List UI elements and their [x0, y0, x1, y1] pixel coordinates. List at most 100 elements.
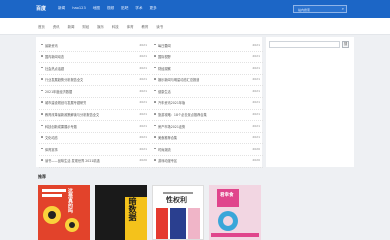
list-item-date: 2021	[139, 42, 147, 47]
top-nav-item[interactable]: 新闻	[58, 6, 65, 11]
list-item-title[interactable]: 城市建设规划与发展专题研究	[45, 100, 86, 105]
header-search-input[interactable]: 站内搜索 ⌕	[293, 5, 347, 13]
list-item-title[interactable]: 2021年度经济数据	[45, 89, 72, 94]
bullet-icon	[41, 43, 43, 45]
list-item[interactable]: 每日要闻 2021	[152, 40, 263, 52]
book-cover-art	[153, 186, 203, 239]
bullet-icon	[154, 147, 156, 150]
sub-nav-item[interactable]: 教育	[141, 24, 148, 29]
sidebar-search-input[interactable]	[269, 41, 340, 48]
top-nav: 新闻 hao123 地图 视频 贴吧 学术 更多	[58, 6, 157, 11]
list-item[interactable]: 体育赛事 2021	[39, 144, 150, 156]
list-item-date: 2021	[252, 123, 260, 128]
sidebar-search-button[interactable]: 搜	[342, 41, 349, 48]
list-item-title[interactable]: 社会热点话题	[45, 66, 64, 71]
site-logo[interactable]: 百度	[36, 5, 46, 12]
list-item[interactable]: 美食推荐合集 2021	[152, 133, 263, 145]
list-item[interactable]: 旅游攻略：18个必去景点推荐合集 2021	[152, 110, 263, 122]
bullet-icon	[41, 159, 43, 161]
list-item-date: 2021	[139, 65, 147, 70]
top-nav-item[interactable]: hao123	[72, 6, 86, 11]
list-item[interactable]: 房产市场2021走势 2021	[152, 121, 263, 133]
list-item-title[interactable]: 行业发展趋势分析报告全文	[45, 77, 83, 82]
list-item-date: 2021	[139, 112, 147, 117]
list-item-title[interactable]: 汽车资讯2021年版	[158, 100, 185, 105]
sub-nav-item[interactable]: 资讯	[53, 24, 60, 29]
list-item-title[interactable]: 游戏动漫专区	[158, 158, 177, 163]
list-item-title[interactable]: 美食推荐合集	[158, 135, 177, 140]
list-item[interactable]: 国际视野 2021	[152, 52, 263, 64]
list-item[interactable]: 汽车资讯2021年版 2021	[152, 98, 263, 110]
list-item[interactable]: 健康生活 2021	[152, 86, 263, 98]
list-item-date: 2021	[252, 100, 260, 105]
list-item-title[interactable]: 房产市场2021走势	[158, 124, 185, 129]
bullet-icon	[41, 55, 43, 57]
list-item-title[interactable]: 读书——品味生活 发现世界 2021精选	[45, 158, 100, 163]
list-item-date: 2020	[252, 158, 260, 163]
search-icon[interactable]: ⌕	[342, 7, 344, 11]
list-item-date: 2021	[139, 135, 147, 140]
list-item-title[interactable]: 教育改革最新政策解读与分析报告全文	[45, 112, 99, 117]
list-item[interactable]: 行业发展趋势分析报告全文 2021	[39, 75, 150, 87]
top-nav-item[interactable]: 视频	[107, 6, 114, 11]
list-item-date: 2021	[252, 88, 260, 93]
list-item[interactable]: 科技创新成果展示专题 2021	[39, 121, 150, 133]
book-cover[interactable]: 性权利	[152, 185, 204, 240]
article-list-panel: 最新资讯 2021 国内新闻动态 2021 社会热点话题 2021 行业发展趋势分析报…	[36, 37, 263, 168]
book-cover-art	[38, 185, 90, 240]
list-item-date: 2021	[139, 77, 147, 82]
top-bar: 百度 新闻 hao123 地图 视频 贴吧 学术 更多 站内搜索 ⌕	[0, 0, 390, 18]
list-item[interactable]: 最新资讯 2021	[39, 40, 150, 52]
top-nav-item[interactable]: 贴吧	[121, 6, 128, 11]
list-item-title[interactable]: 文化动态	[45, 135, 58, 140]
bullet-icon	[41, 101, 43, 103]
list-item[interactable]: 教育改革最新政策解读与分析报告全文 2021	[39, 110, 150, 122]
list-item[interactable]: 国内新闻动态 2021	[39, 52, 150, 64]
list-item-title[interactable]: 国际视野	[158, 54, 171, 59]
list-item-title[interactable]: 最新资讯	[45, 43, 58, 48]
sub-nav-item[interactable]: 读书	[156, 24, 163, 29]
list-item[interactable]: 娱乐新闻与明星动态汇总报道 2021	[152, 75, 263, 87]
list-item[interactable]: 读书——品味生活 发现世界 2021精选 2020	[39, 156, 150, 168]
list-item[interactable]: 时尚潮流 2020	[152, 144, 263, 156]
sub-nav-item[interactable]: 首页	[38, 24, 45, 29]
bullet-icon	[41, 113, 43, 115]
list-item[interactable]: 城市建设规划与发展专题研究 2021	[39, 98, 150, 110]
list-item[interactable]: 游戏动漫专区 2020	[152, 156, 263, 168]
list-item-date: 2021	[139, 100, 147, 105]
list-item-title[interactable]: 科技创新成果展示专题	[45, 124, 77, 129]
top-nav-item[interactable]: 学术	[135, 6, 142, 11]
bullet-icon	[154, 159, 156, 161]
bullet-icon	[154, 66, 156, 69]
book-cover[interactable]: 这是真的吗	[38, 185, 90, 240]
list-item-date: 2021	[252, 65, 260, 70]
list-item-title[interactable]: 时尚潮流	[158, 147, 171, 152]
top-nav-item[interactable]: 地图	[93, 6, 100, 11]
list-item[interactable]: 文化动态 2021	[39, 133, 150, 145]
bullet-icon	[41, 124, 43, 127]
book-cover[interactable]: 君幸食	[209, 185, 261, 240]
list-item-title[interactable]: 体育赛事	[45, 147, 58, 152]
article-list-right: 每日要闻 2021 国际视野 2021 财经观察 2021 娱乐新闻与明星动态汇总报道…	[152, 40, 263, 168]
sub-nav-item[interactable]: 娱乐	[97, 24, 104, 29]
bullet-icon	[154, 89, 156, 92]
sub-nav-item[interactable]: 体育	[127, 24, 134, 29]
sub-nav-item[interactable]: 新闻	[68, 24, 75, 29]
list-item[interactable]: 财经观察 2021	[152, 63, 263, 75]
sub-nav-item[interactable]: 财经	[82, 24, 89, 29]
list-item-title[interactable]: 旅游攻略：18个必去景点推荐合集	[158, 112, 207, 117]
sub-nav-item[interactable]: 科技	[112, 24, 119, 29]
book-cover[interactable]: 暗数据	[95, 185, 147, 240]
list-item-title[interactable]: 娱乐新闻与明星动态汇总报道	[158, 77, 199, 82]
list-item-title[interactable]: 健康生活	[158, 89, 171, 94]
list-item-title[interactable]: 每日要闻	[158, 43, 171, 48]
list-item[interactable]: 2021年度经济数据 2021	[39, 86, 150, 98]
list-item-title[interactable]: 国内新闻动态	[45, 54, 64, 59]
list-item-date: 2021	[252, 54, 260, 59]
top-nav-item[interactable]: 更多	[149, 6, 156, 11]
list-item-title[interactable]: 财经观察	[158, 66, 171, 71]
bullet-icon	[154, 55, 156, 57]
list-item-date: 2021	[139, 123, 147, 128]
book-cover-art	[95, 185, 147, 240]
list-item[interactable]: 社会热点话题 2021	[39, 63, 150, 75]
